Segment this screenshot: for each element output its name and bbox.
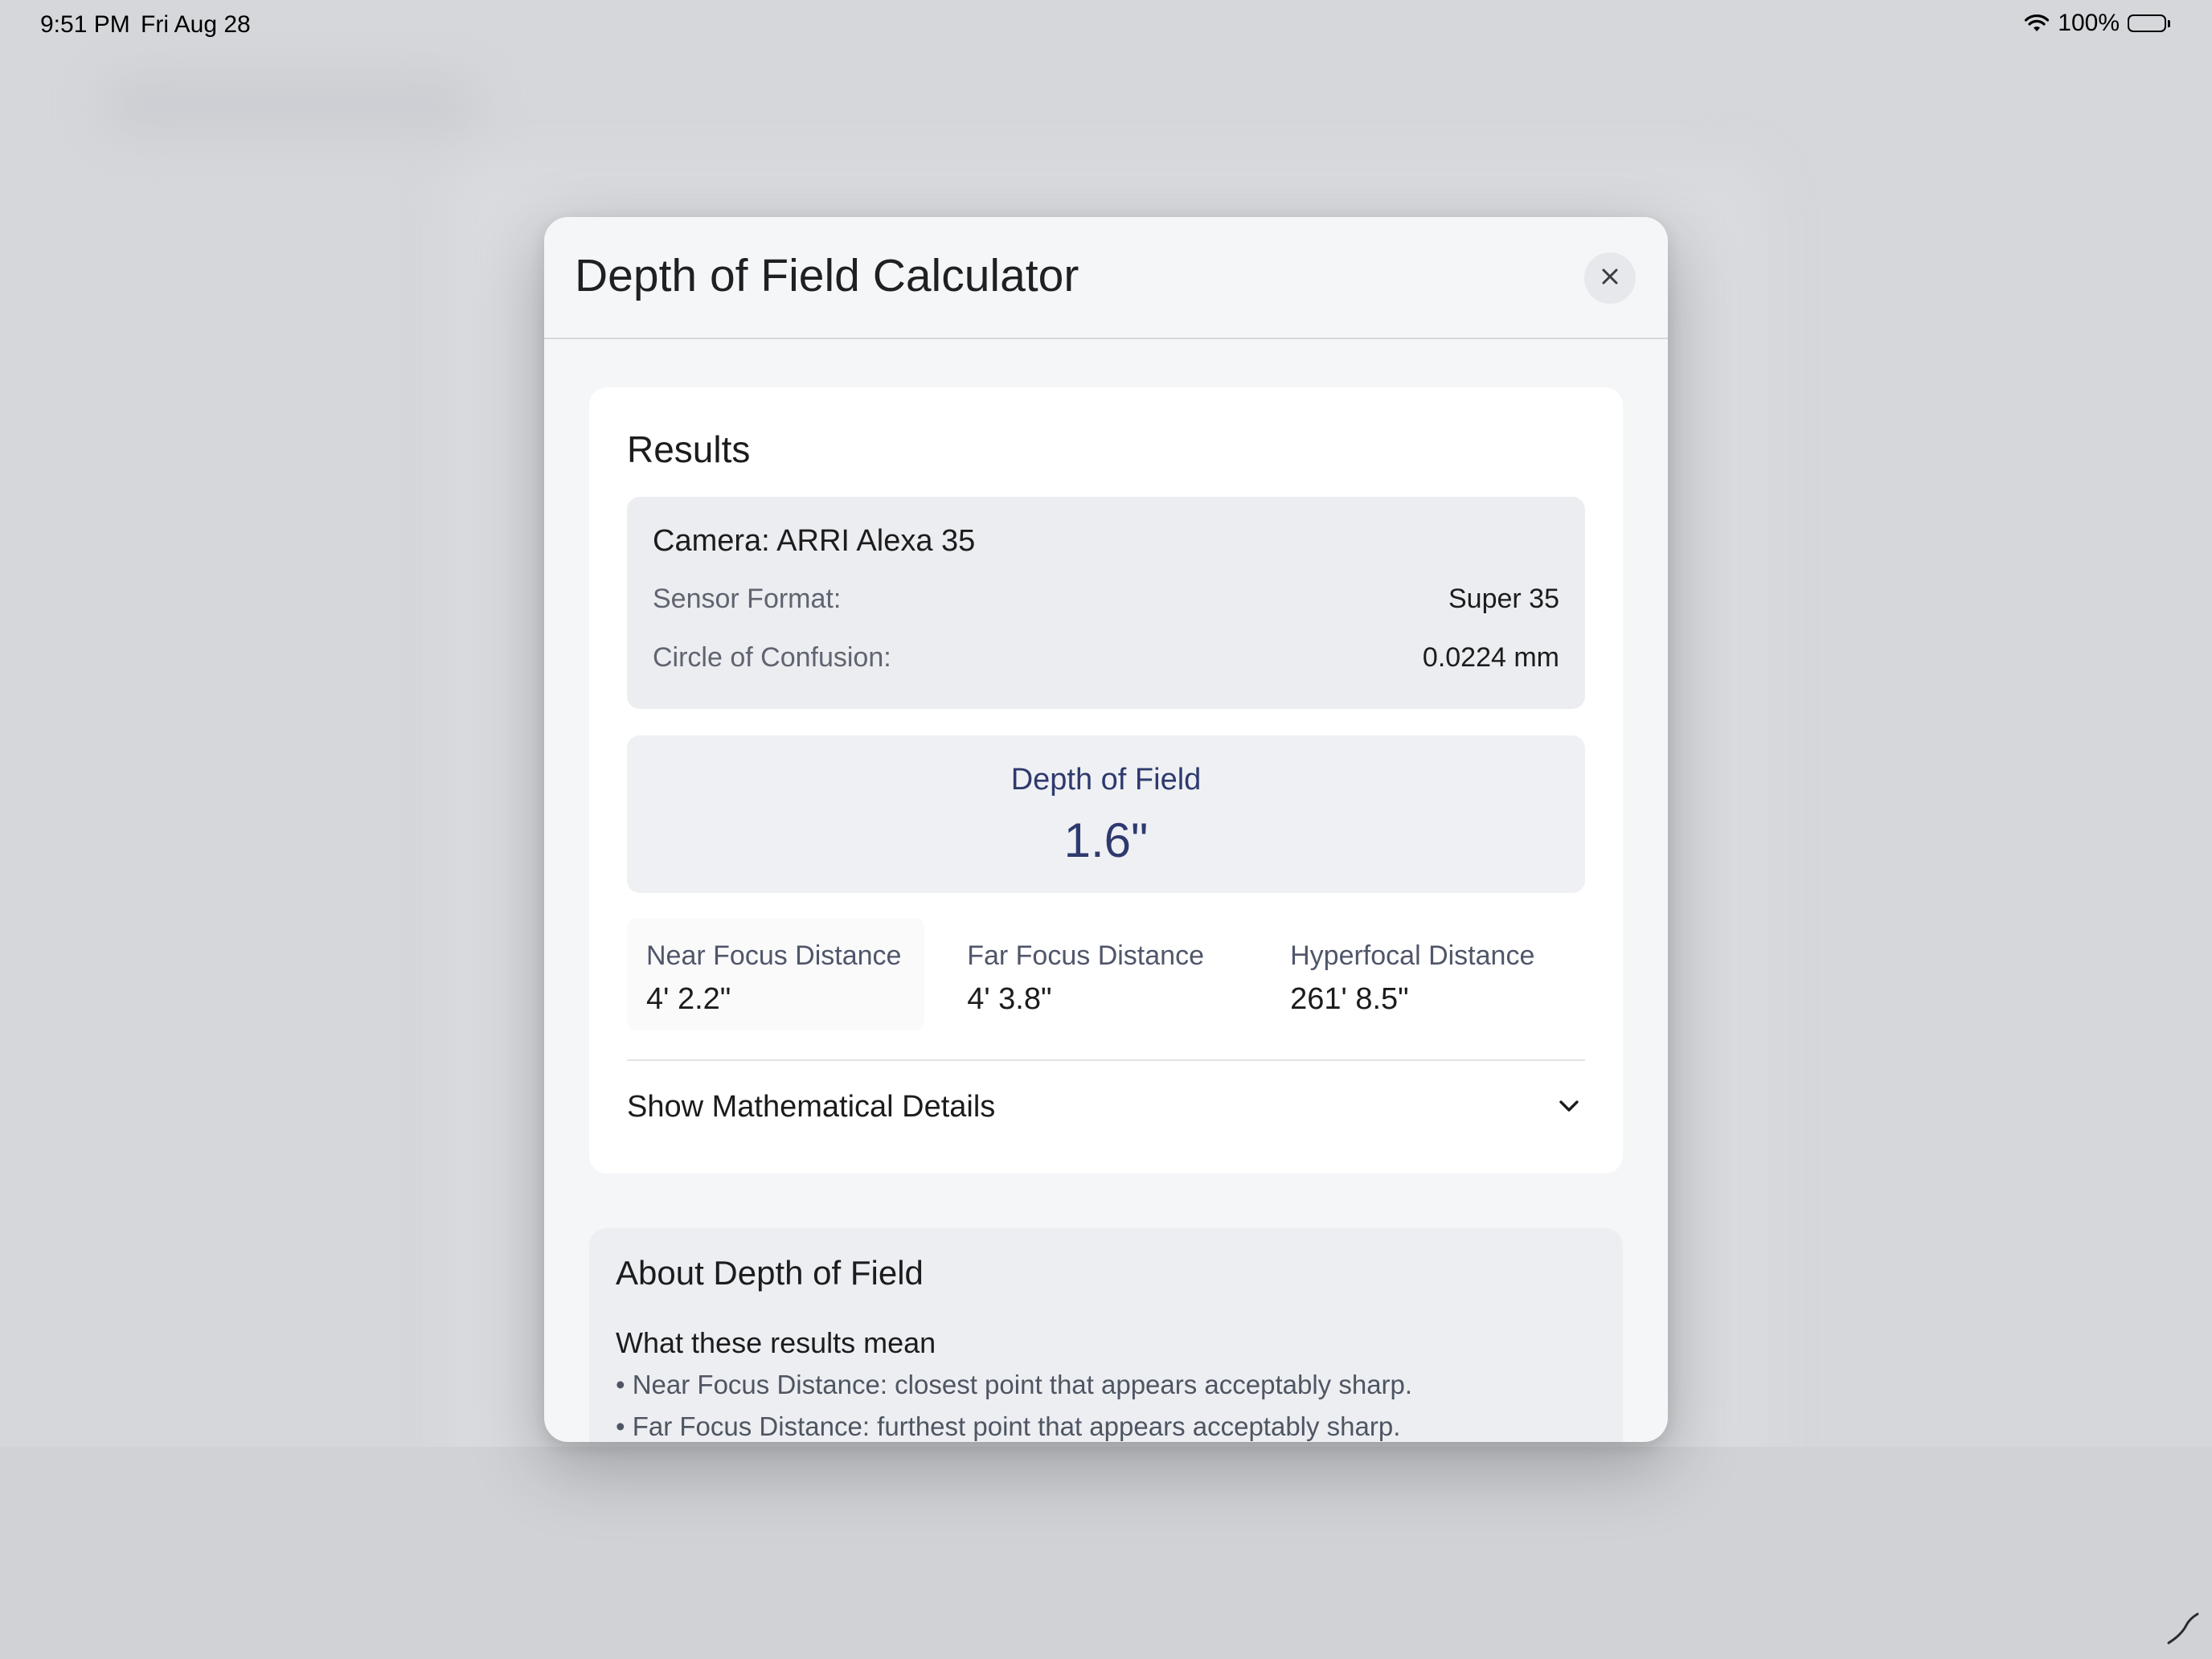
background-bottom-bar-blur — [0, 1447, 2212, 1659]
close-icon — [1599, 265, 1621, 292]
far-focus-metric: Far Focus Distance 4' 3.8" — [948, 918, 1262, 1030]
status-time: 9:51 PM — [40, 11, 130, 38]
battery-cap — [2168, 19, 2170, 27]
status-bar: 9:51 PM Fri Aug 28 100% — [0, 0, 2212, 51]
status-date: Fri Aug 28 — [141, 11, 251, 38]
dof-value: 1.6" — [1063, 813, 1149, 867]
far-focus-label: Far Focus Distance — [967, 940, 1204, 971]
dof-calculator-modal: Depth of Field Calculator Results Camera… — [544, 217, 1668, 1442]
hyperfocal-metric: Hyperfocal Distance 261' 8.5" — [1271, 918, 1585, 1030]
battery-icon — [2128, 14, 2170, 32]
coc-value: 0.0224 mm — [1422, 642, 1559, 673]
depth-of-field-box: Depth of Field 1.6" — [627, 735, 1585, 893]
show-math-details-toggle[interactable]: Show Mathematical Details — [627, 1074, 1585, 1138]
about-dof-card: About Depth of Field What these results … — [589, 1228, 1623, 1442]
hyperfocal-value: 261' 8.5" — [1290, 982, 1409, 1016]
modal-header: Depth of Field Calculator — [544, 217, 1668, 339]
coc-label: Circle of Confusion: — [653, 642, 891, 673]
dof-label: Depth of Field — [1010, 763, 1202, 797]
status-right-group: 100% — [2024, 10, 2170, 37]
about-subtitle: What these results mean — [616, 1326, 936, 1359]
sensor-format-value: Super 35 — [1448, 584, 1559, 614]
about-item: • Near Focus Distance: closest point tha… — [616, 1370, 1413, 1399]
background-title-blur — [104, 80, 474, 129]
chevron-down-icon — [1556, 1093, 1582, 1123]
close-button[interactable] — [1584, 252, 1636, 304]
sensor-format-row: Sensor Format: Super 35 — [653, 584, 1559, 615]
near-focus-label: Near Focus Distance — [646, 940, 902, 971]
hyperfocal-label: Hyperfocal Distance — [1290, 940, 1535, 971]
results-card: Results Camera: ARRI Alexa 35 Sensor For… — [589, 387, 1623, 1174]
wifi-icon — [2024, 14, 2050, 33]
near-focus-metric: Near Focus Distance 4' 2.2" — [627, 918, 925, 1030]
scribble-indicator-icon — [2165, 1611, 2201, 1650]
about-item: • Far Focus Distance: furthest point tha… — [616, 1411, 1401, 1441]
results-title: Results — [627, 428, 751, 470]
battery-percent: 100% — [2058, 10, 2120, 36]
battery-body — [2128, 14, 2166, 32]
focus-metrics: Near Focus Distance 4' 2.2" Far Focus Di… — [627, 918, 1585, 1030]
sensor-format-label: Sensor Format: — [653, 584, 842, 614]
show-math-details-label: Show Mathematical Details — [627, 1090, 996, 1124]
near-focus-value: 4' 2.2" — [646, 982, 731, 1016]
camera-name: Camera: ARRI Alexa 35 — [653, 524, 976, 558]
divider — [627, 1059, 1585, 1061]
camera-info-box: Camera: ARRI Alexa 35 Sensor Format: Sup… — [627, 497, 1585, 709]
coc-row: Circle of Confusion: 0.0224 mm — [653, 642, 1559, 674]
far-focus-value: 4' 3.8" — [967, 982, 1052, 1016]
modal-title: Depth of Field Calculator — [575, 250, 1079, 301]
about-title: About Depth of Field — [616, 1254, 924, 1292]
